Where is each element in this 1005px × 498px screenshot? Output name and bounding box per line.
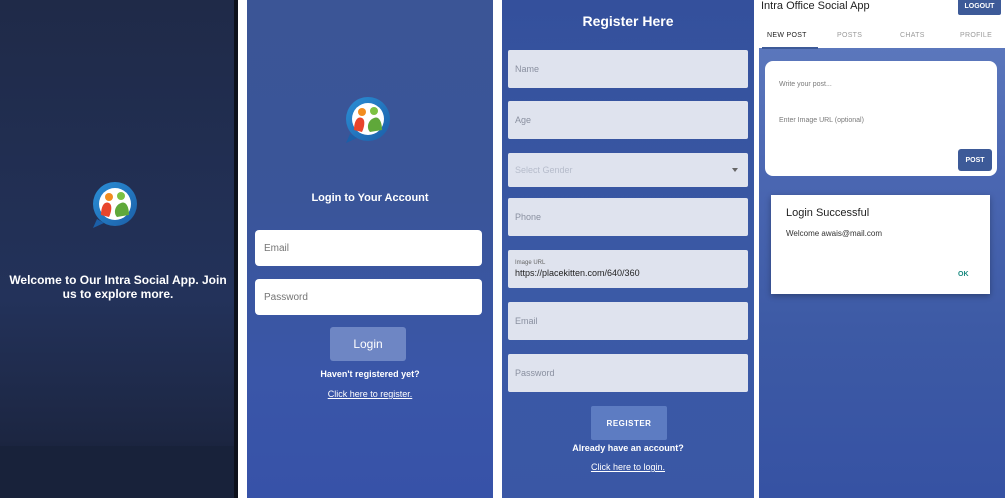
app-title: Intra Office Social App (761, 0, 870, 12)
image-url-value: https://placekitten.com/640/360 (515, 268, 640, 278)
not-registered-text: Haven't registered yet? (320, 369, 420, 379)
register-link[interactable]: Click here to register. (247, 389, 493, 399)
welcome-text: Welcome to Our Intra Social App. Join us… (9, 273, 227, 301)
tab-chats[interactable]: CHATS (900, 32, 925, 39)
new-post-card: Write your post... Enter Image URL (opti… (765, 61, 997, 176)
dialog-ok-button[interactable]: OK (958, 271, 969, 278)
register-button[interactable]: REGISTER (591, 406, 667, 440)
dialog-title: Login Successful (786, 207, 870, 219)
logout-button[interactable]: LOGOUT (958, 0, 1001, 15)
app-logo-icon (89, 179, 141, 231)
tab-profile[interactable]: PROFILE (960, 32, 992, 39)
login-link[interactable]: Click here to login. (502, 462, 754, 472)
email-input[interactable]: Email (255, 230, 482, 266)
phone-field[interactable]: Phone (508, 198, 748, 236)
image-url-field[interactable]: Image URL https://placekitten.com/640/36… (508, 250, 748, 288)
age-field[interactable]: Age (508, 101, 748, 139)
login-success-dialog: Login Successful Welcome awais@mail.com … (771, 195, 990, 294)
image-url-input[interactable]: Enter Image URL (optional) (779, 117, 864, 124)
register-screen: Register Here Name Age Select Gender Pho… (502, 0, 754, 498)
login-button[interactable]: Login (330, 327, 406, 361)
name-field[interactable]: Name (508, 50, 748, 88)
password-input[interactable]: Password (255, 279, 482, 315)
tab-new-post[interactable]: NEW POST (767, 32, 807, 39)
post-button[interactable]: POST (958, 149, 992, 171)
gender-select-label: Select Gender (515, 165, 573, 175)
register-title: Register Here (582, 13, 674, 29)
dialog-message: Welcome awais@mail.com (786, 229, 882, 238)
gender-select[interactable]: Select Gender (508, 153, 748, 187)
login-screen: Login to Your Account Email Password Log… (247, 0, 493, 498)
post-text-input[interactable]: Write your post... (779, 81, 832, 88)
email-field[interactable]: Email (508, 302, 748, 340)
app-logo-icon (342, 94, 394, 146)
splash-screen: Welcome to Our Intra Social App. Join us… (0, 0, 238, 498)
main-app-screen: Intra Office Social App LOGOUT NEW POST … (759, 0, 1005, 498)
bottom-bar (0, 446, 238, 498)
active-tab-indicator (762, 47, 818, 49)
divider (234, 0, 238, 498)
tab-posts[interactable]: POSTS (837, 32, 862, 39)
image-url-label: Image URL (515, 260, 546, 266)
have-account-text: Already have an account? (572, 443, 684, 453)
caret-down-icon (732, 168, 738, 172)
app-bar: Intra Office Social App LOGOUT NEW POST … (759, 0, 1005, 49)
password-field[interactable]: Password (508, 354, 748, 392)
login-title: Login to Your Account (311, 192, 429, 204)
